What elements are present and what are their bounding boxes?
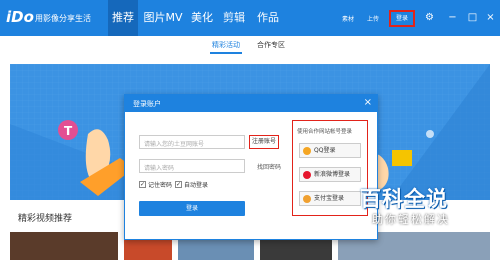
qq-login-label: QQ登录 <box>314 147 336 154</box>
subtab-cooperation[interactable]: 合作专区 <box>257 40 285 50</box>
gear-icon[interactable]: ⚙ <box>423 11 436 24</box>
auto-login-checkbox[interactable]: ✓ 自动登录 <box>175 180 208 189</box>
social-login-title: 使用合作网站帐号登录 <box>297 129 353 135</box>
watermark: 百科全说 助你轻松解决 <box>360 183 480 233</box>
submit-login-button[interactable]: 登录 <box>139 201 245 216</box>
subtab-events[interactable]: 精彩活动 <box>212 40 240 50</box>
close-icon[interactable]: × <box>484 11 497 24</box>
watermark-title: 百科全说 <box>360 187 448 211</box>
login-button[interactable]: 登录 <box>389 10 415 27</box>
tab-works[interactable]: 作品 <box>254 0 282 36</box>
alipay-login-label: 支付宝登录 <box>314 195 345 202</box>
maximize-icon[interactable]: □ <box>466 11 479 24</box>
watermark-subtitle: 助你轻松解决 <box>372 213 450 226</box>
app-slogan: 用影像分享生活 <box>35 14 91 23</box>
remember-password-label: 记住密码 <box>148 182 173 189</box>
section-title: 精彩视频推荐 <box>18 214 73 224</box>
svg-text:T: T <box>64 124 73 138</box>
remember-password-checkbox[interactable]: ✓ 记住密码 <box>139 180 172 189</box>
tab-edit[interactable]: 剪辑 <box>220 0 248 36</box>
tab-recommend[interactable]: 推荐 <box>108 0 138 36</box>
tab-photo-mv[interactable]: 图片MV <box>142 0 184 36</box>
close-icon[interactable]: × <box>364 97 372 109</box>
social-login-panel: 使用合作网站帐号登录 QQ登录 新浪微博登录 支付宝登录 <box>292 120 368 216</box>
alipay-login-button[interactable]: 支付宝登录 <box>299 191 361 206</box>
register-link[interactable]: 注册账号 <box>249 135 279 149</box>
app-logo: iDo <box>6 8 34 26</box>
forgot-password-link[interactable]: 找回密码 <box>257 162 281 171</box>
account-field[interactable]: 请输入您的土豆网账号 <box>139 135 245 149</box>
weibo-icon <box>303 171 311 179</box>
checkbox-checked-icon: ✓ <box>175 181 182 188</box>
checkbox-checked-icon: ✓ <box>139 181 146 188</box>
qq-icon <box>303 147 311 155</box>
dialog-header: 登录账户 × <box>125 95 377 112</box>
alipay-icon <box>303 195 311 203</box>
weibo-login-button[interactable]: 新浪微博登录 <box>299 167 361 182</box>
sub-tab-bar: 精彩活动 合作专区 <box>0 36 500 54</box>
material-link[interactable]: 素材 <box>342 14 354 23</box>
auto-login-label: 自动登录 <box>184 182 209 189</box>
top-bar: iDo 用影像分享生活 推荐 图片MV 美化 剪辑 作品 素材 上传 登录 ⚙ … <box>0 0 500 36</box>
tab-beautify[interactable]: 美化 <box>188 0 216 36</box>
upload-link[interactable]: 上传 <box>367 14 379 23</box>
dialog-title: 登录账户 <box>133 100 161 108</box>
minimize-icon[interactable]: − <box>446 11 459 24</box>
video-thumb[interactable] <box>10 232 118 260</box>
weibo-login-label: 新浪微博登录 <box>314 171 351 178</box>
login-dialog: 登录账户 × 请输入您的土豆网账号 注册账号 请输入密码 找回密码 ✓ 记住密码… <box>124 94 378 240</box>
active-tab-indicator <box>210 52 242 54</box>
qq-login-button[interactable]: QQ登录 <box>299 143 361 158</box>
password-field[interactable]: 请输入密码 <box>139 159 245 173</box>
